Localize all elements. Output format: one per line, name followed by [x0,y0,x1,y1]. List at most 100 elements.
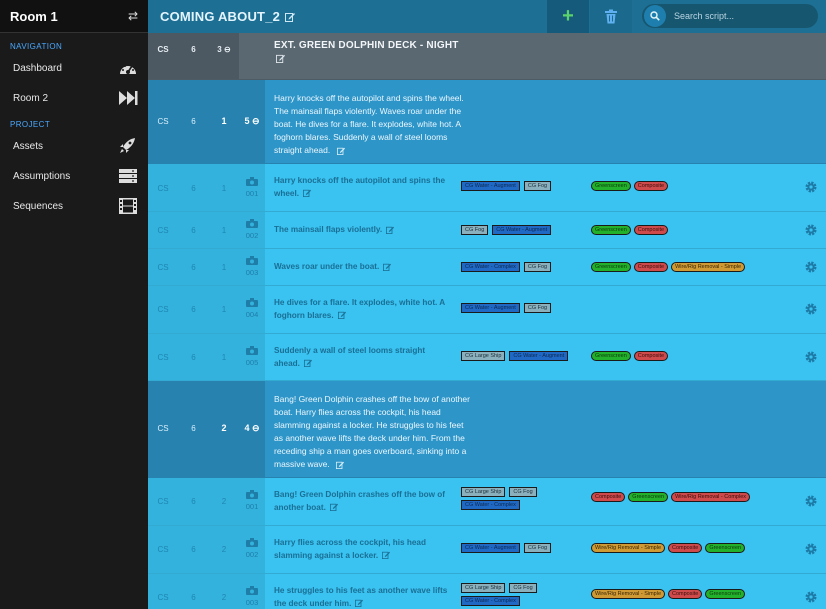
search-input[interactable] [666,11,806,21]
assumption-tag[interactable]: Composite [633,262,669,272]
edit-icon[interactable] [336,147,345,155]
asset-tag[interactable]: CG Fog [509,487,537,497]
edit-icon[interactable] [336,461,345,469]
asset-tags: CG Large Ship CG Water - Augment [461,351,583,361]
assumption-tag[interactable]: Composite [668,589,703,599]
gear-icon[interactable] [804,180,818,194]
shot-id: 002 [245,550,259,559]
assumption-tag[interactable]: Composite [633,225,669,235]
assumption-tag[interactable]: Greenscreen [591,225,631,235]
shot-text-wrap: Waves roar under the boat. [274,261,452,274]
sidebar-item-assumptions[interactable]: Assumptions [0,161,148,191]
cs-label: CS [157,226,169,235]
edit-icon[interactable] [303,189,312,198]
asset-tag[interactable]: CG Water - Augment [461,303,520,313]
camera-icon [246,490,258,499]
scene-row[interactable]: CS 6 3 ⊖ EXT. GREEN DOLPHIN DECK - NIGHT [148,33,826,80]
action-row[interactable]: CS 6 1 5 ⊖ Harry knocks off the autopilo… [148,80,826,164]
shot-row[interactable]: CS 6 1 005 Suddenly a wall of steel loom… [148,334,826,381]
shot-text-wrap: Bang! Green Dolphin crashes off the bow … [274,489,452,514]
shot-row[interactable]: CS 6 2 003 He struggles to his feet as a… [148,574,826,609]
shot-row[interactable]: CS 6 2 002 Harry flies across the cockpi… [148,526,826,574]
asset-tag[interactable]: CG Large Ship [461,487,506,497]
shot-row[interactable]: CS 6 2 001 Bang! Green Dolphin crashes o… [148,478,826,526]
assumption-tag[interactable]: Composite [633,181,669,191]
assumption-tag[interactable]: Greenscreen [705,589,746,599]
asset-tag[interactable]: CG Fog [523,543,552,553]
edit-icon[interactable] [337,311,346,320]
sidebar-item-sequences[interactable]: Sequences [0,191,148,221]
gear-icon[interactable] [804,302,818,316]
edit-icon[interactable] [382,551,391,560]
shot-col3: 1 [221,226,227,235]
gear-icon[interactable] [804,260,818,274]
gear-icon[interactable] [804,494,818,508]
edit-icon[interactable] [285,12,296,22]
minus-circle-icon[interactable]: ⊖ [252,116,260,126]
cs-label: CS [157,593,169,602]
shot-id-cell: 003 [239,249,265,285]
assumption-tag[interactable]: Greenscreen [591,262,631,272]
gear-icon[interactable] [804,350,818,364]
asset-tags: CG Water - Augment CG Fog [461,303,583,313]
edit-icon[interactable] [329,503,338,512]
minus-circle-icon[interactable]: ⊖ [252,423,260,433]
swap-icon[interactable]: ⇄ [128,9,138,23]
sidebar-item-dashboard[interactable]: Dashboard [0,53,148,83]
edit-icon[interactable] [303,359,312,368]
search-button[interactable] [644,5,666,27]
asset-tag[interactable]: CG Fog [461,225,489,235]
col3-cell: 2 [209,574,239,609]
sidebar-item-room-2[interactable]: Room 2 [0,83,148,113]
edit-icon[interactable] [386,226,395,234]
assumption-tag[interactable]: Greenscreen [705,543,746,553]
action-row[interactable]: CS 6 2 4 ⊖ Bang! Green Dolphin crashes o… [148,381,826,478]
col3-cell: 1 [209,212,239,248]
asset-tag[interactable]: CG Water - Augment [461,543,520,553]
asset-tag[interactable]: CG Fog [523,181,552,191]
assumption-tag[interactable]: Greenscreen [628,492,669,502]
cs-label: CS [157,184,169,193]
shot-col2: 6 [191,545,196,554]
assumption-tag[interactable]: Wire/Rig Removal - Simple [591,543,666,553]
shot-id: 005 [245,358,259,367]
assumption-tag[interactable]: Greenscreen [591,181,631,191]
asset-tag[interactable]: CG Water - Complex [461,262,520,272]
asset-tag[interactable]: CG Water - Complex [461,500,520,510]
assumption-tag[interactable]: Wire/Rig Removal - Simple [591,589,666,599]
asset-tag[interactable]: CG Large Ship [461,583,506,593]
edit-icon[interactable] [383,263,392,271]
gear-icon[interactable] [804,590,818,604]
shot-text-wrap: He dives for a flare. It explodes, white… [274,297,452,322]
action-text: Harry knocks off the autopilot and spins… [274,93,464,155]
edit-icon[interactable] [276,54,285,63]
assumption-tag[interactable]: Composite [591,492,626,502]
asset-tag[interactable]: CG Fog [523,262,552,272]
gear-icon[interactable] [804,542,818,556]
add-button[interactable]: + [547,0,589,33]
shot-row[interactable]: CS 6 1 001 Harry knocks off the autopilo… [148,164,826,212]
minus-circle-icon[interactable]: ⊖ [224,45,231,54]
assumption-tag[interactable]: Composite [668,543,703,553]
assumption-tag[interactable]: Wire/Rig Removal - Complex [671,492,750,502]
shot-row[interactable]: CS 6 1 004 He dives for a flare. It expl… [148,286,826,334]
cs-label: CS [157,45,169,54]
asset-tag[interactable]: CG Water - Augment [461,181,520,191]
assumption-tag[interactable]: Composite [633,351,669,361]
asset-tag[interactable]: CG Water - Complex [461,596,520,606]
delete-button[interactable] [590,0,632,33]
shot-row[interactable]: CS 6 1 003 Waves roar under the boat. CG… [148,249,826,286]
gear-icon[interactable] [804,223,818,237]
assumption-tag[interactable]: Greenscreen [591,351,631,361]
assumption-tags: Greenscreen Composite Wire/Rig Removal -… [591,262,771,272]
asset-tag[interactable]: CG Fog [509,583,537,593]
asset-tag[interactable]: CG Fog [523,303,552,313]
assumption-tags: Wire/Rig Removal - Simple Composite Gree… [591,589,771,599]
shot-row[interactable]: CS 6 1 002 The mainsail flaps violently.… [148,212,826,249]
asset-tag[interactable]: CG Water - Augment [509,351,569,361]
edit-icon[interactable] [355,599,364,608]
sidebar-item-assets[interactable]: Assets [0,131,148,161]
asset-tag[interactable]: CG Water - Augment [492,225,552,235]
asset-tag[interactable]: CG Large Ship [461,351,506,361]
assumption-tag[interactable]: Wire/Rig Removal - Simple [671,262,746,272]
